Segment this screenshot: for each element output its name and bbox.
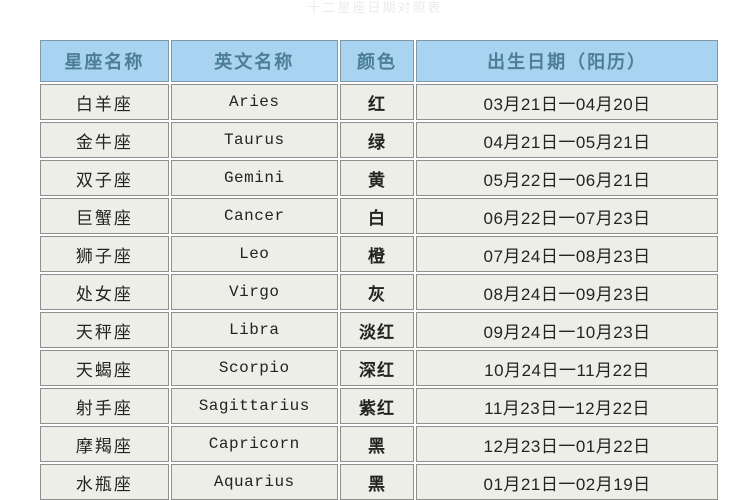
column-header-cn-name: 星座名称	[40, 40, 169, 82]
cell-color: 橙	[339, 236, 415, 272]
table-body: 白羊座 Aries 红 03月21日一04月20日 金牛座 Taurus 绿 04月21日一0…	[40, 84, 718, 500]
cell-date-range: 12月23日一01月22日	[416, 426, 718, 462]
cell-color: 深红	[339, 350, 415, 386]
cell-date-range: 11月23日一12月22日	[416, 388, 718, 424]
zodiac-table-page: 十二星座日期对照表 星座名称 英文名称 颜色 出生日期（阳历） 白羊座 Aries…	[0, 0, 750, 500]
cell-color: 紫红	[339, 388, 415, 424]
cell-cn-name: 天秤座	[40, 312, 169, 348]
cell-date-range: 08月24日一09月23日	[416, 274, 718, 310]
table-row: 摩羯座 Capricorn 黑 12月23日一01月22日	[40, 426, 718, 462]
zodiac-table-container: 星座名称 英文名称 颜色 出生日期（阳历） 白羊座 Aries 红 03月21日一04…	[38, 38, 720, 500]
column-header-date-range: 出生日期（阳历）	[416, 40, 718, 82]
cell-cn-name: 巨蟹座	[40, 198, 169, 234]
table-row: 处女座 Virgo 灰 08月24日一09月23日	[40, 274, 718, 310]
cell-en-name: Capricorn	[170, 426, 338, 462]
table-header-row: 星座名称 英文名称 颜色 出生日期（阳历）	[40, 40, 718, 82]
cell-date-range: 07月24日一08月23日	[416, 236, 718, 272]
clipped-caption-ghost: 十二星座日期对照表	[307, 0, 443, 15]
table-row: 天秤座 Libra 淡红 09月24日一10月23日	[40, 312, 718, 348]
cell-en-name: Libra	[170, 312, 338, 348]
table-row: 双子座 Gemini 黄 05月22日一06月21日	[40, 160, 718, 196]
cell-date-range: 06月22日一07月23日	[416, 198, 718, 234]
cell-en-name: Cancer	[170, 198, 338, 234]
cell-en-name: Virgo	[170, 274, 338, 310]
cell-en-name: Leo	[170, 236, 338, 272]
cell-color: 黄	[339, 160, 415, 196]
table-row: 狮子座 Leo 橙 07月24日一08月23日	[40, 236, 718, 272]
cell-en-name: Sagittarius	[170, 388, 338, 424]
table-row: 巨蟹座 Cancer 白 06月22日一07月23日	[40, 198, 718, 234]
table-row: 天蝎座 Scorpio 深红 10月24日一11月22日	[40, 350, 718, 386]
cell-en-name: Taurus	[170, 122, 338, 158]
cell-cn-name: 水瓶座	[40, 464, 169, 500]
cell-color: 淡红	[339, 312, 415, 348]
cell-date-range: 03月21日一04月20日	[416, 84, 718, 120]
cell-color: 黑	[339, 464, 415, 500]
cell-en-name: Scorpio	[170, 350, 338, 386]
cell-color: 绿	[339, 122, 415, 158]
cell-en-name: Aries	[170, 84, 338, 120]
cell-color: 白	[339, 198, 415, 234]
cell-cn-name: 白羊座	[40, 84, 169, 120]
cell-date-range: 05月22日一06月21日	[416, 160, 718, 196]
column-header-color: 颜色	[339, 40, 415, 82]
cell-cn-name: 双子座	[40, 160, 169, 196]
cell-date-range: 01月21日一02月19日	[416, 464, 718, 500]
cell-date-range: 04月21日一05月21日	[416, 122, 718, 158]
table-row: 金牛座 Taurus 绿 04月21日一05月21日	[40, 122, 718, 158]
table-row: 白羊座 Aries 红 03月21日一04月20日	[40, 84, 718, 120]
cell-color: 灰	[339, 274, 415, 310]
column-header-en-name: 英文名称	[170, 40, 338, 82]
cell-en-name: Aquarius	[170, 464, 338, 500]
cell-cn-name: 天蝎座	[40, 350, 169, 386]
cell-date-range: 10月24日一11月22日	[416, 350, 718, 386]
cell-en-name: Gemini	[170, 160, 338, 196]
cell-cn-name: 摩羯座	[40, 426, 169, 462]
zodiac-table: 星座名称 英文名称 颜色 出生日期（阳历） 白羊座 Aries 红 03月21日一04…	[38, 38, 720, 500]
cell-cn-name: 狮子座	[40, 236, 169, 272]
table-header: 星座名称 英文名称 颜色 出生日期（阳历）	[40, 40, 718, 82]
table-row: 水瓶座 Aquarius 黑 01月21日一02月19日	[40, 464, 718, 500]
cell-cn-name: 射手座	[40, 388, 169, 424]
cell-color: 黑	[339, 426, 415, 462]
cell-color: 红	[339, 84, 415, 120]
cell-cn-name: 金牛座	[40, 122, 169, 158]
table-row: 射手座 Sagittarius 紫红 11月23日一12月22日	[40, 388, 718, 424]
cell-cn-name: 处女座	[40, 274, 169, 310]
cell-date-range: 09月24日一10月23日	[416, 312, 718, 348]
